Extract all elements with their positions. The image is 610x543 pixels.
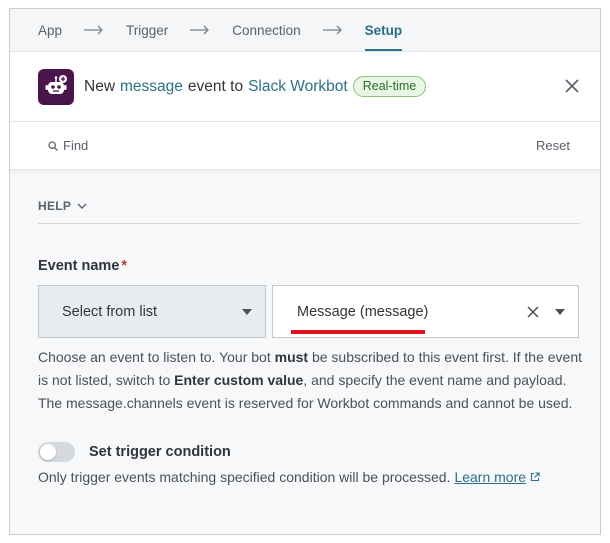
event-name-select[interactable]: Message (message) xyxy=(272,285,579,338)
search-icon xyxy=(48,140,58,151)
arrow-right-icon xyxy=(190,25,210,35)
chevron-down-icon xyxy=(77,203,87,209)
trigger-condition-row: Set trigger condition xyxy=(38,442,580,462)
event-name-label: Event name * xyxy=(38,258,128,274)
reset-button[interactable]: Reset xyxy=(536,138,570,153)
find-bar: Find Reset xyxy=(10,122,600,170)
event-name-help-text: Choose an event to listen to. Your bot m… xyxy=(38,349,583,411)
realtime-badge: Real-time xyxy=(352,76,427,97)
trigger-condition-label: Set trigger condition xyxy=(89,444,231,460)
slack-workbot-robot-icon xyxy=(38,68,74,105)
trigger-title: New message event to Slack Workbot Real-… xyxy=(84,76,427,97)
setup-stepper: App Trigger Connection Setup xyxy=(10,9,600,52)
arrow-right-icon xyxy=(322,25,343,35)
form-content: HELP Event name * Select from list Messag… xyxy=(10,199,600,485)
title-middle: event to xyxy=(187,77,244,95)
title-app-link[interactable]: Slack Workbot xyxy=(248,78,348,96)
external-link-icon xyxy=(530,472,540,482)
caret-down-icon xyxy=(242,309,252,315)
input-mode-value: Select from list xyxy=(62,303,158,320)
learn-more-link[interactable]: Learn more xyxy=(454,469,540,485)
red-annotation-underline xyxy=(291,330,425,334)
help-label: HELP xyxy=(38,199,72,213)
clear-icon[interactable] xyxy=(526,305,540,319)
step-trigger[interactable]: Trigger xyxy=(126,23,168,38)
event-name-inputs: Select from list Message (message) xyxy=(38,285,580,338)
close-icon[interactable] xyxy=(562,76,582,96)
find-label: Find xyxy=(63,138,89,153)
title-prefix: New xyxy=(84,77,116,95)
input-mode-select[interactable]: Select from list xyxy=(38,285,266,338)
required-mark: * xyxy=(121,258,128,274)
title-event-link[interactable]: message xyxy=(120,78,183,96)
trigger-condition-toggle[interactable] xyxy=(38,442,75,462)
arrow-right-icon xyxy=(84,25,104,35)
step-app[interactable]: App xyxy=(38,23,62,38)
find-button[interactable]: Find xyxy=(48,138,88,153)
step-setup[interactable]: Setup xyxy=(364,23,402,51)
trigger-condition-description: Only trigger events matching specified c… xyxy=(38,469,580,485)
help-toggle[interactable]: HELP xyxy=(38,199,580,224)
event-name-value: Message (message) xyxy=(297,303,429,320)
recipe-setup-panel: App Trigger Connection Setup New message… xyxy=(9,8,601,535)
caret-down-icon xyxy=(555,309,565,315)
trigger-header: New message event to Slack Workbot Real-… xyxy=(10,52,600,122)
step-connection[interactable]: Connection xyxy=(232,23,300,38)
